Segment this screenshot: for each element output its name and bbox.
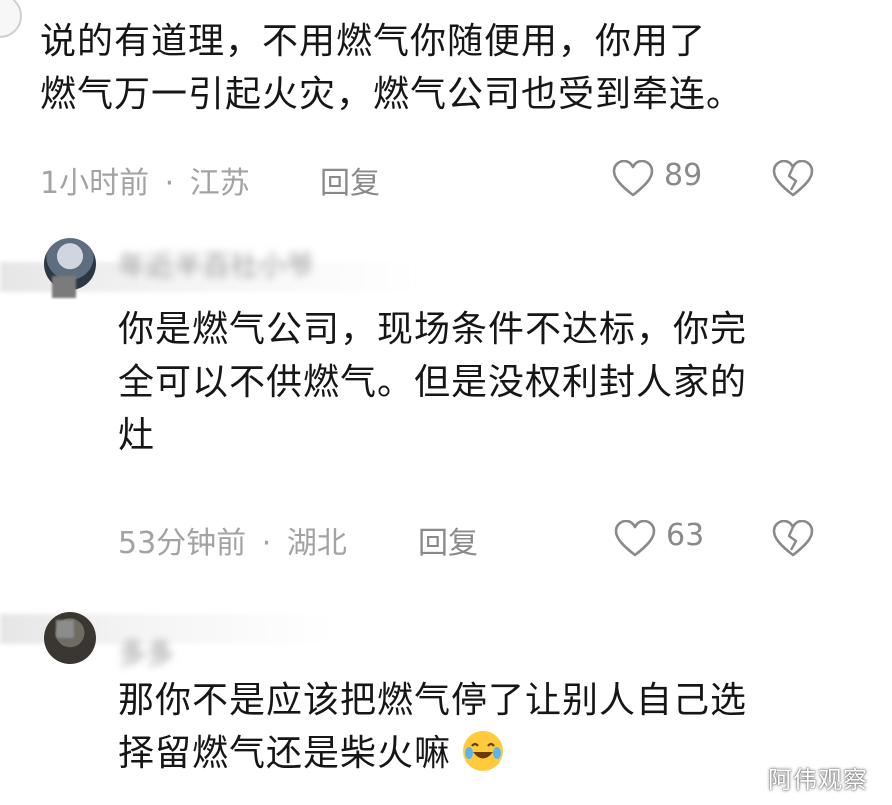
watermark: 阿伟观察	[768, 766, 868, 794]
comment-3-line-1: 那你不是应该把燃气停了让别人自己选	[118, 680, 748, 721]
comment-2-line-1: 你是燃气公司，现场条件不达标，你完	[118, 309, 748, 350]
comment-2-line-3: 灶	[118, 415, 156, 456]
comment-3-line-2-text: 择留燃气还是柴火嘛	[118, 733, 452, 774]
broken-heart-icon[interactable]	[772, 160, 814, 198]
comment-3-line-2: 择留燃气还是柴火嘛	[118, 727, 858, 780]
comment-1-like-count: 89	[664, 158, 703, 193]
comment-2: 年近半百社小爷 你是燃气公司，现场条件不达标，你完 全可以不供燃气。但是没权利封…	[0, 210, 892, 570]
comment-2-location: 湖北	[286, 526, 347, 561]
comment-1-location: 江苏	[189, 166, 250, 201]
comment-2-line-2: 全可以不供燃气。但是没权利封人家的	[118, 362, 748, 403]
avatar-mosaic	[56, 620, 74, 638]
comment-1-line-1: 说的有道理，不用燃气你随便用，你用了	[40, 21, 707, 62]
comment-2-author[interactable]: 年近半百社小爷	[118, 244, 314, 284]
broken-heart-icon[interactable]	[772, 520, 814, 558]
comment-3-author[interactable]: 多多	[118, 632, 174, 672]
comment-3-text: 那你不是应该把燃气停了让别人自己选 择留燃气还是柴火嘛	[118, 674, 858, 780]
meta-separator: ·	[164, 166, 175, 201]
comment-2-reply-button[interactable]: 回复	[418, 518, 478, 562]
comment-1-line-2: 燃气万一引起火灾，燃气公司也受到牵连。	[40, 74, 744, 115]
comment-1-meta: 1小时前 · 江苏	[40, 158, 250, 202]
meta-separator: ·	[261, 526, 272, 561]
comment-2-meta: 53分钟前 · 湖北	[118, 518, 347, 562]
comment-1-reply-button[interactable]: 回复	[320, 158, 380, 202]
comment-1-time: 1小时前	[40, 166, 150, 201]
comment-2-text: 你是燃气公司，现场条件不达标，你完 全可以不供燃气。但是没权利封人家的 灶	[118, 303, 858, 462]
comment-1-text: 说的有道理，不用燃气你随便用，你用了 燃气万一引起火灾，燃气公司也受到牵连。	[40, 15, 860, 121]
heart-outline-icon[interactable]	[614, 520, 656, 558]
comment-2-time: 53分钟前	[118, 526, 247, 561]
comment-2-like-count: 63	[666, 518, 705, 553]
avatar-mosaic	[52, 276, 76, 298]
laughing-tears-emoji-icon	[463, 731, 504, 771]
heart-outline-icon[interactable]	[612, 160, 654, 198]
comment-3: 多多 那你不是应该把燃气停了让别人自己选 择留燃气还是柴火嘛	[0, 590, 892, 805]
comment-1: 说的有道理，不用燃气你随便用，你用了 燃气万一引起火灾，燃气公司也受到牵连。 1…	[0, 0, 892, 210]
